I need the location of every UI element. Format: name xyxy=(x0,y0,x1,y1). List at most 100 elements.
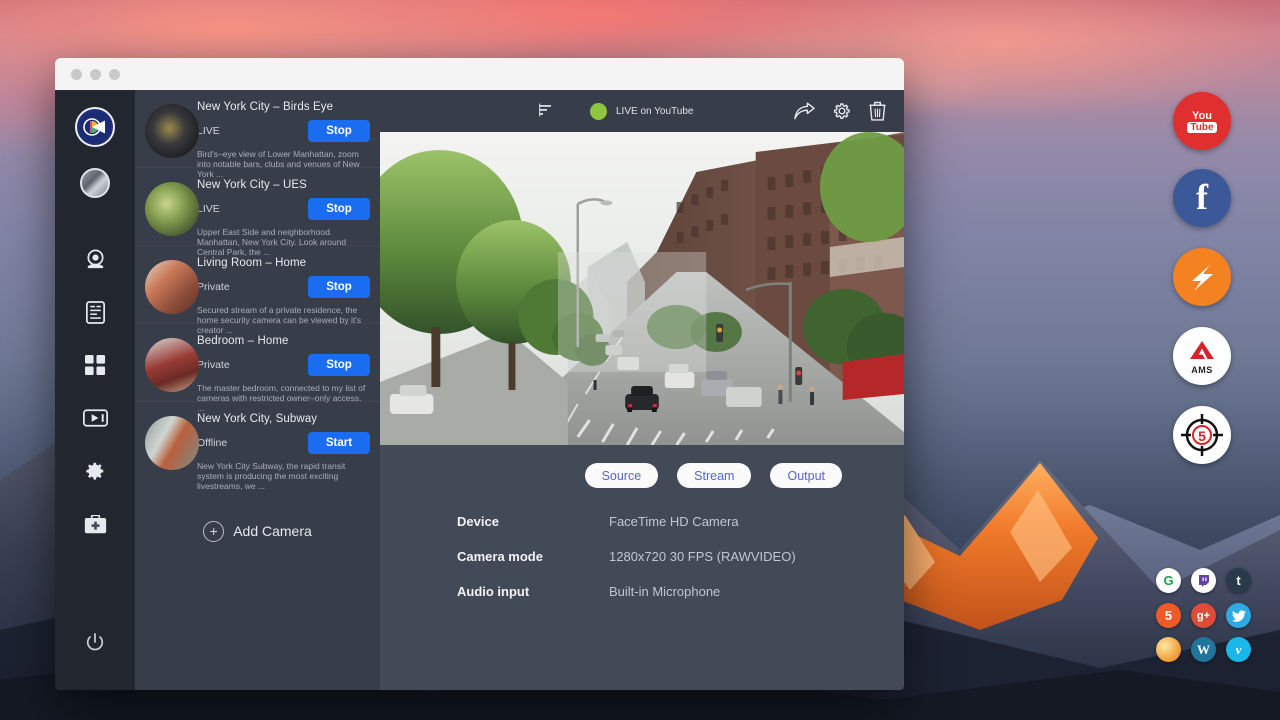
live-indicator-dot xyxy=(590,103,607,120)
facebook-glyph: f xyxy=(1196,179,1208,215)
sidebar-item-cameras[interactable] xyxy=(75,239,115,279)
desktop-icon-facebook[interactable]: f xyxy=(1173,169,1231,227)
video-preview[interactable] xyxy=(380,132,904,445)
desktop-small-icon-twitter[interactable] xyxy=(1226,603,1251,628)
camera-action-button[interactable]: Stop xyxy=(308,120,370,142)
camera-thumbnail xyxy=(145,182,199,236)
ams-label: AMS xyxy=(1189,365,1215,375)
camera-thumbnail xyxy=(145,260,199,314)
main-panel: LIVE on YouTube xyxy=(380,90,904,690)
youtube-label-bottom: Tube xyxy=(1187,122,1216,133)
adobe-a-icon xyxy=(1189,340,1215,360)
video-frame xyxy=(380,132,904,445)
webcam-icon xyxy=(84,248,107,271)
camera-title: New York City – Birds Eye xyxy=(197,98,370,113)
sidebar-item-settings[interactable] xyxy=(75,451,115,491)
camera-action-button[interactable]: Stop xyxy=(308,276,370,298)
svg-text:5: 5 xyxy=(1198,428,1206,444)
camera-title: Living Room – Home xyxy=(197,254,370,269)
twitter-bird-icon xyxy=(1232,610,1246,622)
camera-title: Bedroom – Home xyxy=(197,332,370,347)
camera-list-item[interactable]: New York City, Subway Offline Start New … xyxy=(135,402,380,480)
target-crosshair-icon: 5 xyxy=(1177,410,1227,460)
sidebar-item-dashboard[interactable] xyxy=(75,345,115,385)
camera-thumbnail xyxy=(145,416,199,470)
sidebar-item-support[interactable] xyxy=(75,504,115,544)
sort-filter-icon[interactable] xyxy=(538,103,554,119)
google-plus-glyph: g+ xyxy=(1197,610,1210,622)
desktop-small-icon-wordpress[interactable]: W xyxy=(1191,637,1216,662)
tab-stream[interactable]: Stream xyxy=(677,463,751,488)
gear-icon[interactable] xyxy=(832,101,852,121)
camera-action-button[interactable]: Start xyxy=(308,432,370,454)
trash-icon[interactable] xyxy=(869,101,886,121)
tablet-icon xyxy=(85,301,106,324)
camera-status: LIVE xyxy=(197,203,308,215)
property-label: Device xyxy=(457,514,609,529)
tumblr-glyph: t xyxy=(1236,573,1240,588)
sidebar-item-device[interactable] xyxy=(75,292,115,332)
grid-icon xyxy=(85,355,106,376)
camera-title: New York City – UES xyxy=(197,176,370,191)
add-camera-label: Add Camera xyxy=(233,523,312,539)
window-titlebar[interactable] xyxy=(55,58,904,90)
camera-status: LIVE xyxy=(197,125,308,137)
tab-source[interactable]: Source xyxy=(585,463,659,488)
desktop-icon-wowza[interactable] xyxy=(1173,248,1231,306)
wordpress-glyph: W xyxy=(1197,642,1210,658)
property-row: Camera mode 1280x720 30 FPS (RAWVIDEO) xyxy=(457,549,904,564)
camera-list-item[interactable]: New York City – Birds Eye LIVE Stop Bird… xyxy=(135,90,380,168)
maximize-button[interactable] xyxy=(109,69,120,80)
desktop-small-icon-g-service[interactable]: G xyxy=(1156,568,1181,593)
camera-status: Private xyxy=(197,359,308,371)
video-icon xyxy=(83,409,108,427)
lightning-bolt-icon xyxy=(1182,257,1222,297)
desktop-small-icon-tumblr[interactable]: t xyxy=(1226,568,1251,593)
property-row: Device FaceTime HD Camera xyxy=(457,514,904,529)
five-glyph: 5 xyxy=(1165,608,1172,623)
sidebar-item-app-logo[interactable] xyxy=(75,107,115,147)
app-window: New York City – Birds Eye LIVE Stop Bird… xyxy=(55,58,904,690)
property-value[interactable]: Built-in Microphone xyxy=(609,584,720,599)
settings-tabs: Source Stream Output xyxy=(380,445,904,488)
camera-description: New York City Subway, the rapid transit … xyxy=(197,461,369,491)
sidebar-item-video[interactable] xyxy=(75,398,115,438)
play-logo-icon xyxy=(78,110,112,144)
tab-output[interactable]: Output xyxy=(770,463,842,488)
desktop-icon-adobe-ams[interactable]: AMS xyxy=(1173,327,1231,385)
g-service-glyph: G xyxy=(1163,573,1173,588)
sidebar-item-user-avatar[interactable] xyxy=(80,168,110,198)
property-value[interactable]: 1280x720 30 FPS (RAWVIDEO) xyxy=(609,549,796,564)
live-status-label: LIVE on YouTube xyxy=(616,106,693,117)
camera-action-button[interactable]: Stop xyxy=(308,198,370,220)
camera-title: New York City, Subway xyxy=(197,410,370,425)
property-value[interactable]: FaceTime HD Camera xyxy=(609,514,739,529)
plus-circle-icon: + xyxy=(203,521,224,542)
camera-list-item[interactable]: New York City – UES LIVE Stop Upper East… xyxy=(135,168,380,246)
sidebar-item-power[interactable] xyxy=(75,622,115,662)
first-aid-kit-icon xyxy=(84,515,107,534)
desktop-small-icon-gradient-app[interactable] xyxy=(1156,637,1181,662)
camera-list-item[interactable]: Bedroom – Home Private Stop The master b… xyxy=(135,324,380,402)
toolbar: LIVE on YouTube xyxy=(380,90,904,132)
property-row: Audio input Built-in Microphone xyxy=(457,584,904,599)
desktop-small-icon-five[interactable]: 5 xyxy=(1156,603,1181,628)
live-status: LIVE on YouTube xyxy=(590,103,693,120)
camera-status: Offline xyxy=(197,437,308,449)
properties-panel: Device FaceTime HD Camera Camera mode 12… xyxy=(380,488,904,619)
desktop-small-icon-google-plus[interactable]: g+ xyxy=(1191,603,1216,628)
desktop-small-icon-twitch[interactable] xyxy=(1191,568,1216,593)
camera-action-button[interactable]: Stop xyxy=(308,354,370,376)
close-button[interactable] xyxy=(71,69,82,80)
share-arrow-icon[interactable] xyxy=(794,102,815,120)
youtube-label-top: You xyxy=(1187,110,1216,122)
add-camera-button[interactable]: + Add Camera xyxy=(135,496,380,566)
camera-status: Private xyxy=(197,281,308,293)
camera-list-item[interactable]: Living Room – Home Private Stop Secured … xyxy=(135,246,380,324)
twitch-icon xyxy=(1197,574,1210,587)
desktop-icon-five-target[interactable]: 5 xyxy=(1173,406,1231,464)
sidebar xyxy=(55,90,135,690)
minimize-button[interactable] xyxy=(90,69,101,80)
desktop-small-icon-vimeo[interactable]: v xyxy=(1226,637,1251,662)
desktop-icon-youtube[interactable]: You Tube xyxy=(1173,92,1231,150)
